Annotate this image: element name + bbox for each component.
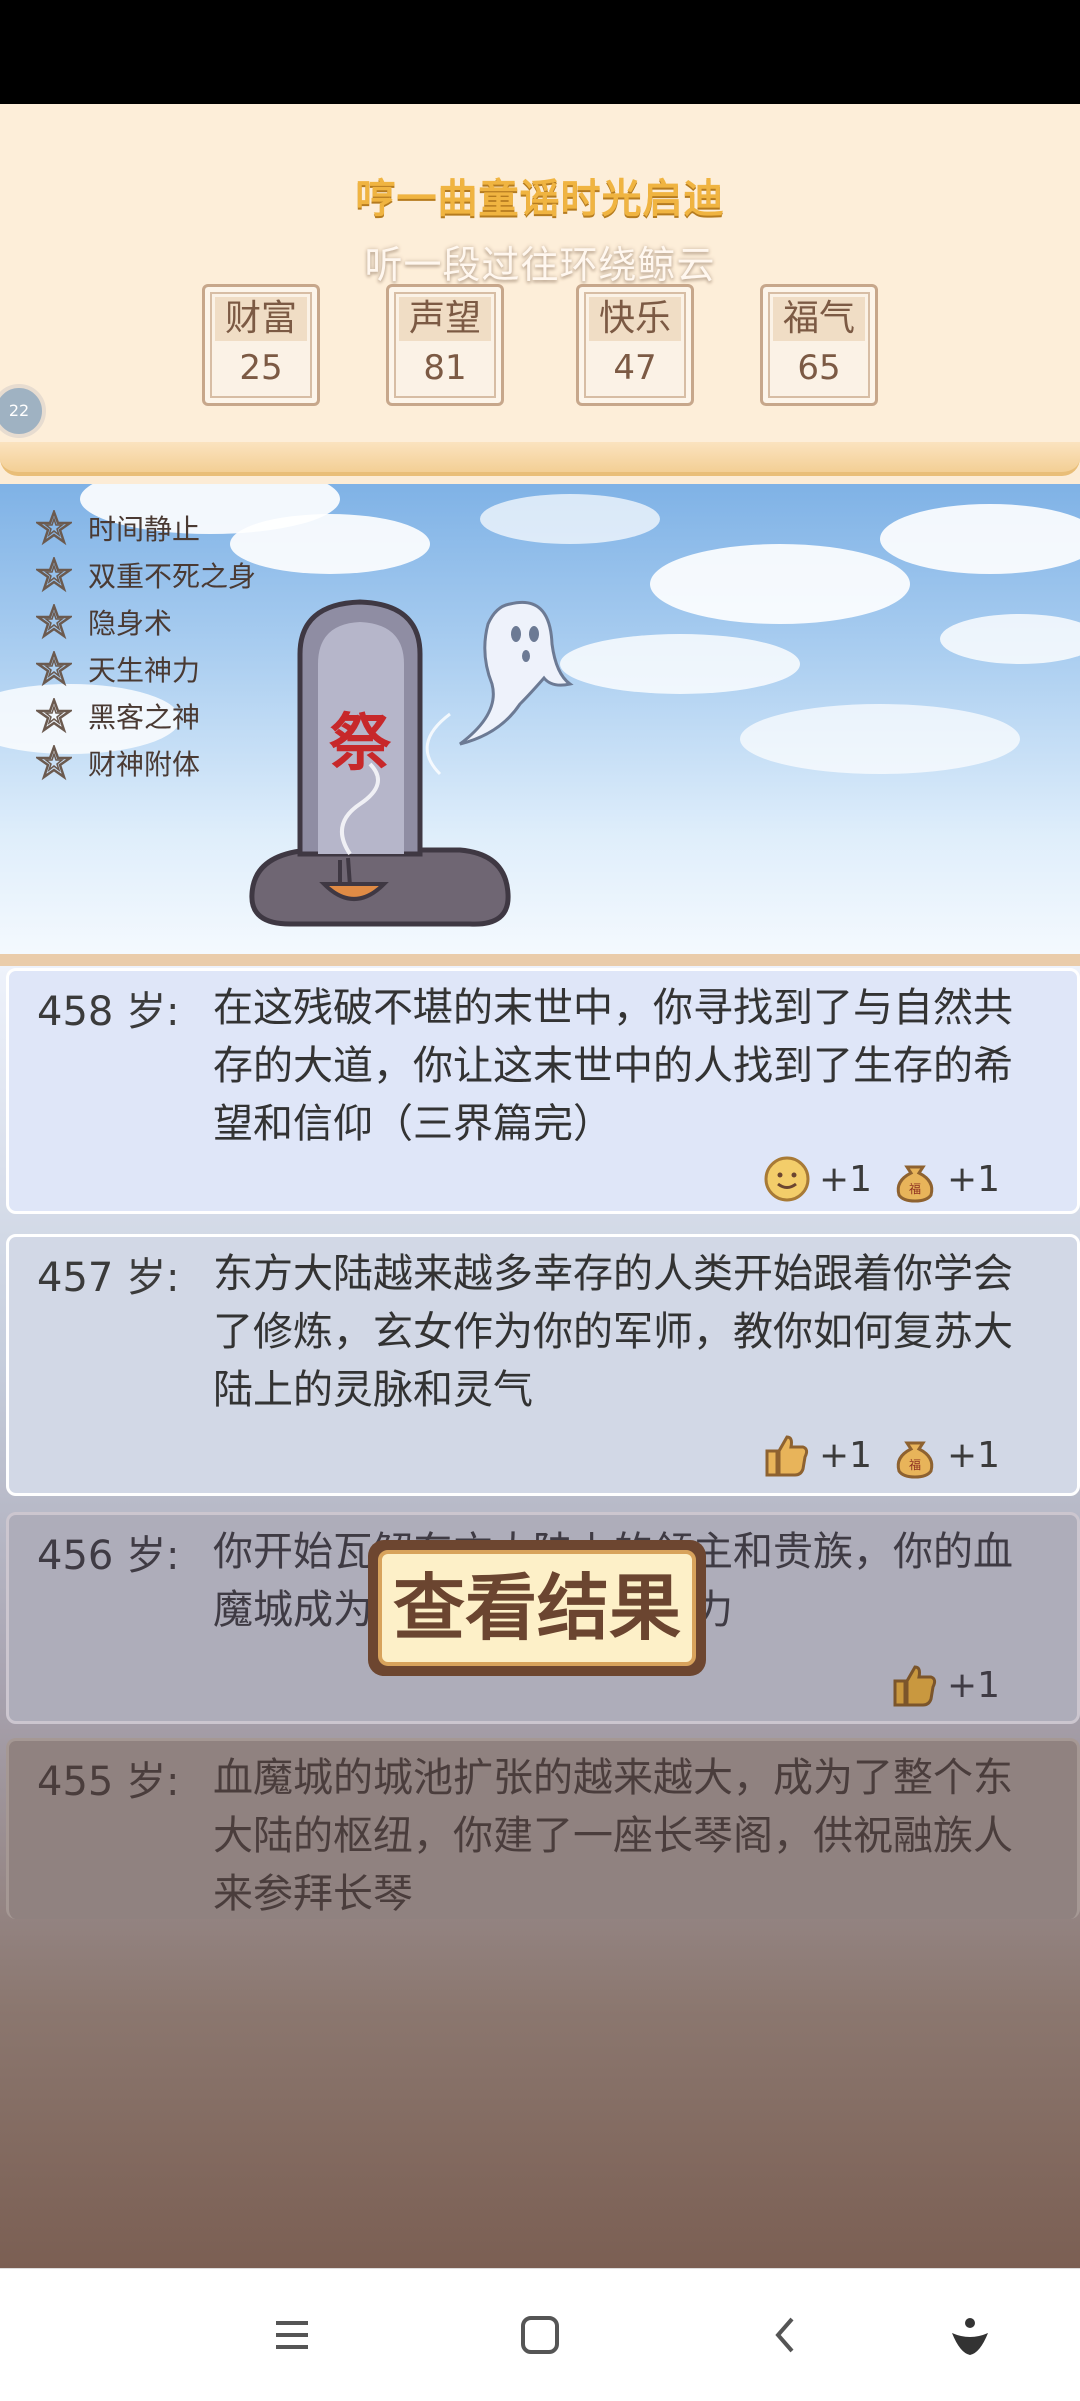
event-age: 457 岁: — [37, 1255, 180, 1301]
back-icon[interactable] — [756, 2305, 816, 2365]
stat-label: 财富 — [215, 297, 307, 341]
star-icon — [36, 650, 72, 686]
event-age: 458 岁: — [37, 989, 180, 1035]
event-card: 457 岁: 东方大陆越来越多幸存的人类开始跟着你学会了修炼，玄女作为你的军师，… — [6, 1234, 1080, 1496]
ability-item: 双重不死之身 — [36, 551, 256, 598]
title-line-2: 听一段过往环绕鲸云 — [364, 243, 716, 287]
event-text: 在这残破不堪的末世中，你寻找到了与自然共存的大道，你让这末世中的人找到了生存的希… — [213, 985, 1013, 1147]
reward-value: +1 — [947, 1664, 1001, 1706]
stat-value: 65 — [797, 348, 841, 388]
stat-value: 25 — [239, 348, 283, 388]
assistant-icon[interactable] — [940, 2305, 1000, 2365]
reward-value: +1 — [819, 1434, 873, 1476]
star-icon — [36, 697, 72, 733]
view-result-label[interactable]: 查看结果 — [378, 1550, 696, 1666]
ability-item: 黑客之神 — [36, 692, 256, 739]
star-icon — [36, 744, 72, 780]
ability-list: 时间静止 双重不死之身 隐身术 天生神力 黑客之神 财神附体 — [36, 504, 256, 786]
fortune-bag-icon: 福 — [896, 1441, 934, 1479]
event-card: 455 岁: 血魔城的城池扩张的越来越大，成为了整个东大陆的枢纽，你建了一座长琴… — [6, 1738, 1080, 1919]
system-nav-bar — [0, 2268, 1080, 2401]
status-bar — [0, 0, 1080, 104]
ability-item: 天生神力 — [36, 645, 256, 692]
stat-label: 福气 — [773, 297, 865, 341]
reward-item: +1 — [891, 1661, 1000, 1709]
menu-icon[interactable] — [262, 2305, 322, 2365]
svg-text:福: 福 — [909, 1457, 921, 1472]
thumbs-up-icon — [893, 1665, 937, 1707]
stat-happiness: 快乐 47 — [576, 284, 694, 406]
stat-value: 81 — [423, 348, 467, 388]
ability-item: 时间静止 — [36, 504, 256, 551]
reward-item: +1 — [763, 1431, 872, 1479]
ghost-illustration — [459, 601, 574, 746]
smile-icon — [764, 1156, 810, 1202]
stat-label: 声望 — [399, 297, 491, 341]
home-icon[interactable] — [510, 2305, 570, 2365]
header-banner: 哼一曲童谣时光启迪 听一段过往环绕鲸云 财富 25 声望 81 快乐 47 福气… — [0, 104, 1080, 476]
ability-label: 财神附体 — [88, 747, 201, 781]
ability-item: 财神附体 — [36, 739, 256, 786]
event-text: 东方大陆越来越多幸存的人类开始跟着你学会了修炼，玄女作为你的军师，教你如何复苏大… — [213, 1251, 1013, 1413]
thumbs-up-icon — [765, 1435, 809, 1477]
scene-panel: 时间静止 双重不死之身 隐身术 天生神力 黑客之神 财神附体 祭 — [0, 484, 1080, 954]
scene-divider — [0, 954, 1080, 966]
ability-label: 隐身术 — [88, 606, 173, 640]
reward-item: +1 — [763, 1155, 872, 1203]
reward-item: 福 +1 — [891, 1155, 1000, 1203]
stat-label: 快乐 — [589, 297, 681, 341]
reward-value: +1 — [819, 1158, 873, 1200]
title-line-1: 哼一曲童谣时光启迪 — [355, 176, 725, 222]
reward-item: 福 +1 — [891, 1431, 1000, 1479]
ability-label: 时间静止 — [88, 512, 201, 546]
reward-value: +1 — [947, 1434, 1001, 1476]
stat-fortune: 福气 65 — [760, 284, 878, 406]
ability-label: 黑客之神 — [88, 700, 201, 734]
svg-text:福: 福 — [909, 1181, 921, 1196]
reward-value: +1 — [947, 1158, 1001, 1200]
stat-reputation: 声望 81 — [386, 284, 504, 406]
ability-item: 隐身术 — [36, 598, 256, 645]
tombstone-character: 祭 — [329, 706, 392, 779]
stat-value: 47 — [613, 348, 657, 388]
banner-edge-decoration — [0, 442, 1080, 476]
star-icon — [36, 509, 72, 545]
event-card: 458 岁: 在这残破不堪的末世中，你寻找到了与自然共存的大道，你让这末世中的人… — [6, 968, 1080, 1214]
view-result-button[interactable]: 查看结果 — [368, 1540, 706, 1676]
ability-label: 天生神力 — [88, 653, 201, 687]
stat-wealth: 财富 25 — [202, 284, 320, 406]
event-age: 455 岁: — [37, 1759, 180, 1805]
star-icon — [36, 603, 72, 639]
event-age: 456 岁: — [37, 1533, 180, 1579]
event-text: 血魔城的城池扩张的越来越大，成为了整个东大陆的枢纽，你建了一座长琴阁，供祝融族人… — [213, 1755, 1013, 1917]
fortune-bag-icon: 福 — [896, 1165, 934, 1203]
star-icon — [36, 556, 72, 592]
